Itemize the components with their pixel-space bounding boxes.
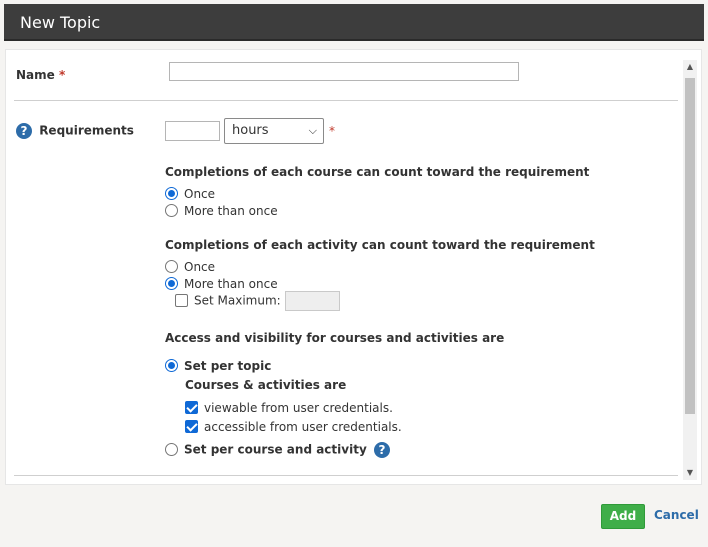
radio-button[interactable] <box>165 277 178 290</box>
scroll-down-icon[interactable]: ▼ <box>683 466 697 480</box>
radio-button[interactable] <box>165 359 178 372</box>
divider <box>14 475 678 476</box>
set-maximum-checkbox[interactable] <box>175 293 188 307</box>
required-star: * <box>58 68 66 82</box>
course-more-option[interactable]: More than once <box>165 204 278 218</box>
activity-more-option[interactable]: More than once <box>165 277 278 291</box>
new-topic-dialog: New Topic Name * ? Requirements hours ⌵ … <box>4 4 704 547</box>
dialog-title: New Topic <box>4 4 704 41</box>
name-label: Name * <box>16 68 66 82</box>
requirements-input[interactable] <box>165 121 220 141</box>
radio-button[interactable] <box>165 442 178 456</box>
activity-completions-title: Completions of each activity can count t… <box>165 238 595 252</box>
set-maximum-row[interactable]: Set Maximum: <box>175 291 340 311</box>
dialog-content: Name * ? Requirements hours ⌵ * Completi… <box>5 49 702 485</box>
cancel-link[interactable]: Cancel <box>654 508 699 522</box>
radio-button[interactable] <box>165 204 178 217</box>
accessible-checkbox[interactable] <box>185 420 198 433</box>
scroll-up-icon[interactable]: ▲ <box>683 60 697 74</box>
scroll-thumb[interactable] <box>685 78 695 414</box>
required-star: * <box>329 124 335 138</box>
dialog-footer: Add Cancel <box>4 486 704 547</box>
set-per-course-option[interactable]: Set per course and activity ? <box>165 442 390 458</box>
question-circle-icon[interactable]: ? <box>373 442 390 458</box>
courses-activities-are-label: Courses & activities are <box>185 378 347 392</box>
viewable-option[interactable]: viewable from user credentials. <box>185 401 393 415</box>
vertical-scrollbar[interactable]: ▲ ▼ <box>683 60 697 480</box>
question-circle-icon[interactable]: ? <box>16 123 32 139</box>
access-visibility-title: Access and visibility for courses and ac… <box>165 331 505 345</box>
course-once-option[interactable]: Once <box>165 187 215 201</box>
set-maximum-input[interactable] <box>284 291 340 311</box>
radio-button[interactable] <box>165 187 178 200</box>
accessible-option[interactable]: accessible from user credentials. <box>185 420 402 434</box>
requirements-label: ? Requirements <box>16 123 134 139</box>
name-input[interactable] <box>169 62 519 81</box>
viewable-checkbox[interactable] <box>185 401 198 414</box>
course-completions-title: Completions of each course can count tow… <box>165 165 590 179</box>
divider <box>14 100 678 101</box>
chevron-down-icon: ⌵ <box>308 124 317 137</box>
activity-once-option[interactable]: Once <box>165 260 215 274</box>
set-per-topic-option[interactable]: Set per topic <box>165 359 271 373</box>
radio-button[interactable] <box>165 260 178 273</box>
unit-select[interactable]: hours ⌵ <box>224 118 324 144</box>
add-button[interactable]: Add <box>601 504 645 529</box>
